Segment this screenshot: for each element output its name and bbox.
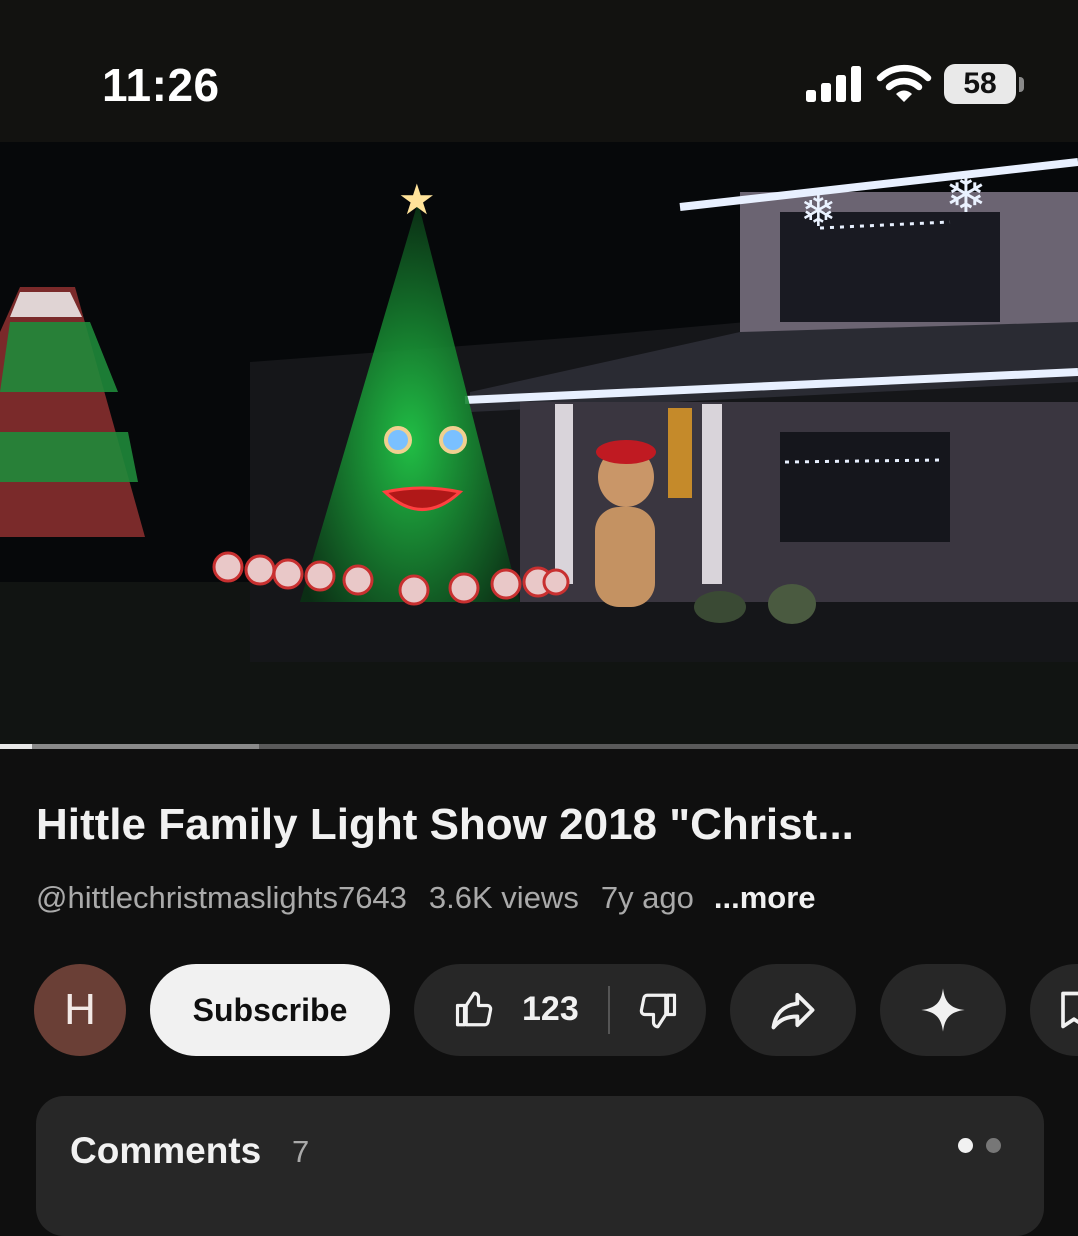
more-link[interactable]: ...more — [714, 880, 816, 915]
wifi-icon — [876, 64, 932, 102]
like-dislike-group: 123 — [414, 964, 706, 1056]
channel-avatar[interactable]: H — [34, 964, 126, 1056]
thumbs-up-icon — [455, 991, 493, 1027]
upload-age: 7y ago — [600, 880, 694, 915]
svg-text:★: ★ — [398, 175, 436, 224]
status-bar: 11:26 58 — [0, 0, 1078, 142]
sparkle-icon — [921, 988, 965, 1032]
svg-text:❄: ❄ — [945, 166, 987, 224]
view-count: 3.6K views — [428, 880, 579, 915]
video-buffer-bar — [0, 744, 259, 749]
battery-level: 58 — [944, 64, 1016, 104]
battery-icon: 58 — [944, 64, 1026, 106]
share-button[interactable] — [730, 964, 856, 1056]
like-button[interactable]: 123 — [414, 964, 610, 1056]
video-progress-fill — [0, 744, 33, 749]
ask-ai-button[interactable] — [880, 964, 1006, 1056]
comments-panel[interactable]: Comments 7 — [36, 1096, 1044, 1236]
subscribe-button[interactable]: Subscribe — [150, 964, 390, 1056]
carousel-dot — [986, 1138, 1001, 1153]
channel-handle[interactable]: @hittlechristmaslights7643 — [36, 880, 407, 915]
video-title[interactable]: Hittle Family Light Show 2018 "Christ... — [36, 800, 1056, 850]
svg-text:❄: ❄ — [800, 186, 837, 237]
like-count: 123 — [522, 990, 579, 1028]
status-time: 11:26 — [102, 59, 220, 111]
carousel-dot-active — [958, 1138, 973, 1153]
comments-count: 7 — [292, 1134, 310, 1169]
cellular-signal-icon — [806, 66, 861, 102]
save-button[interactable] — [1030, 964, 1078, 1056]
save-icon — [1061, 991, 1078, 1029]
video-frame: ❄ ❄ ★ — [0, 142, 1078, 748]
like-divider — [608, 986, 610, 1034]
comments-title: Comments — [70, 1130, 262, 1171]
thumbs-down-icon — [639, 993, 677, 1029]
video-progress-bar[interactable] — [0, 744, 1078, 749]
share-icon — [771, 992, 815, 1030]
video-meta: @hittlechristmaslights7643 3.6K views 7y a… — [36, 880, 838, 916]
video-player[interactable]: ❄ ❄ ★ — [0, 142, 1078, 748]
dislike-button[interactable] — [612, 964, 706, 1056]
